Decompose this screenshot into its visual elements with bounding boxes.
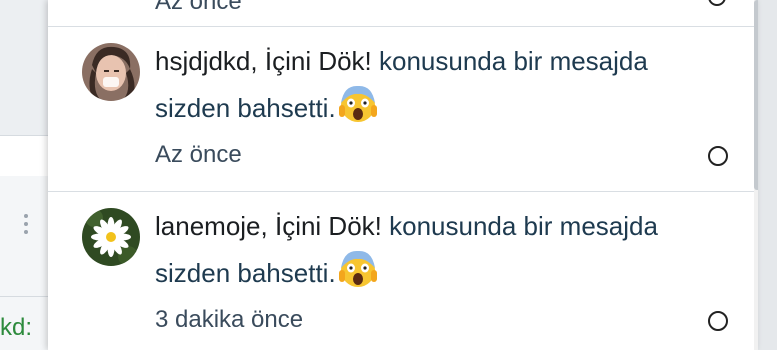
partial-label: kd: bbox=[0, 314, 33, 341]
screaming-face-emoji-icon bbox=[338, 85, 377, 122]
notification-time: 3 dakika önce bbox=[155, 306, 304, 333]
notification-text[interactable]: hsjdjdkd, İçini Dök! konusunda bir mesaj… bbox=[155, 39, 675, 130]
notification-username[interactable]: hsjdjdkd bbox=[155, 46, 250, 76]
notification-topic[interactable]: İçini Dök! bbox=[265, 46, 372, 76]
notification-item[interactable]: hsjdjdkd, İçini Dök! konusunda bir mesaj… bbox=[48, 27, 754, 189]
avatar-flower-icon bbox=[82, 208, 140, 266]
avatar-person-icon bbox=[82, 43, 140, 101]
scrollbar-thumb[interactable] bbox=[754, 0, 758, 190]
more-options-icon[interactable] bbox=[20, 212, 32, 238]
avatar[interactable] bbox=[82, 208, 140, 266]
scrollbar[interactable] bbox=[754, 0, 758, 350]
mark-read-button[interactable] bbox=[708, 311, 728, 331]
notifications-popup: Az önce hsjdjdkd, İçini Dök! konusunda b… bbox=[48, 0, 758, 350]
notification-time: Az önce bbox=[155, 141, 242, 168]
screaming-face-emoji-icon bbox=[338, 250, 377, 287]
notification-item[interactable]: lanemoje, İçini Dök! konusunda bir mesaj… bbox=[48, 192, 754, 350]
previous-notification-time: Az önce bbox=[155, 0, 242, 15]
notification-text[interactable]: lanemoje, İçini Dök! konusunda bir mesaj… bbox=[155, 204, 675, 295]
mark-read-button[interactable] bbox=[708, 146, 728, 166]
notification-username[interactable]: lanemoje bbox=[155, 211, 261, 241]
avatar[interactable] bbox=[82, 43, 140, 101]
notification-topic[interactable]: İçini Dök! bbox=[275, 211, 382, 241]
mark-read-button[interactable] bbox=[708, 0, 726, 6]
